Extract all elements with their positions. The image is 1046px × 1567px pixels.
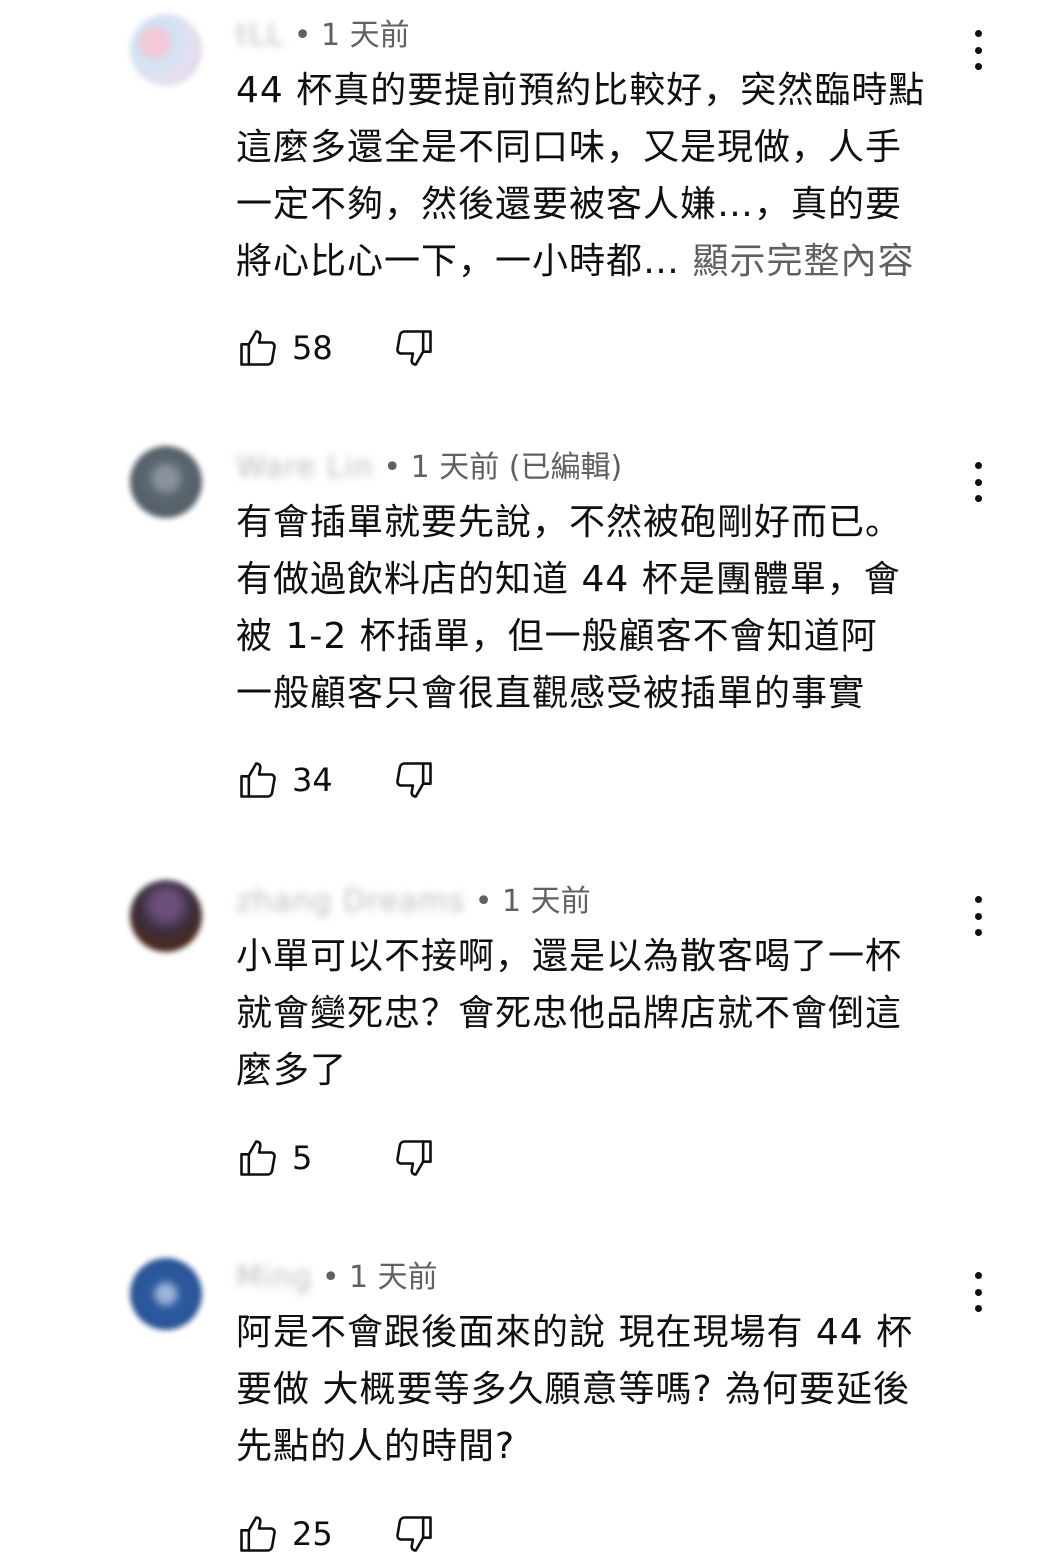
like-count: 34 bbox=[292, 761, 333, 799]
thumbs-down-icon bbox=[396, 1140, 432, 1176]
author-name[interactable]: Ware Lin bbox=[236, 448, 374, 488]
like-button[interactable] bbox=[236, 758, 280, 802]
author-name[interactable]: tLL bbox=[236, 16, 284, 56]
thumbs-up-icon bbox=[240, 762, 276, 798]
author-name[interactable]: zhang Dreams bbox=[236, 882, 465, 922]
thumbs-up-icon bbox=[240, 1516, 276, 1552]
like-count: 25 bbox=[292, 1515, 333, 1553]
dislike-button[interactable] bbox=[392, 326, 436, 370]
like-button[interactable] bbox=[236, 1512, 280, 1556]
avatar[interactable] bbox=[130, 446, 202, 518]
comment-line: 麼多了 bbox=[236, 1050, 348, 1091]
comment-line: 一般顧客只會很直觀感受被插單的事實 bbox=[236, 673, 866, 714]
dislike-button[interactable] bbox=[392, 1512, 436, 1556]
thumbs-up-icon bbox=[240, 1140, 276, 1176]
comment-line: 就會變死忠？會死忠他品牌店就不會倒這 bbox=[236, 993, 903, 1034]
comment-line: 44 杯真的要提前預約比較好，突然臨時點 bbox=[236, 70, 926, 111]
comment-meta: tLL • 1 天前 bbox=[236, 16, 410, 56]
comment-text: 阿是不會跟後面來的說 現在現場有 44 杯 要做 大概要等多久願意等嗎? 為何要… bbox=[236, 1304, 996, 1475]
comment-time: • 1 天前 bbox=[474, 884, 591, 919]
comment-text: 44 杯真的要提前預約比較好，突然臨時點 這麼多還全是不同口味，又是現做，人手 … bbox=[236, 62, 996, 290]
comment-line: 小單可以不接啊，還是以為散客喝了一杯 bbox=[236, 936, 903, 977]
comment-line: 這麼多還全是不同口味，又是現做，人手 bbox=[236, 127, 903, 168]
comment-line: 阿是不會跟後面來的說 現在現場有 44 杯 bbox=[236, 1312, 914, 1353]
comment-meta: Ming • 1 天前 bbox=[236, 1258, 438, 1298]
comment-line: 先點的人的時間? bbox=[236, 1426, 516, 1467]
thumbs-down-icon bbox=[396, 330, 432, 366]
avatar[interactable] bbox=[130, 1258, 202, 1330]
comment-line: 被 1-2 杯插單，但一般顧客不會知道阿 bbox=[236, 616, 878, 657]
comment-meta: Ware Lin • 1 天前 (已編輯) bbox=[236, 448, 622, 488]
comment-line: 有做過飲料店的知道 44 杯是團體單，會 bbox=[236, 559, 901, 600]
comment-time: • 1 天前 (已編輯) bbox=[383, 450, 623, 485]
comment-text: 小單可以不接啊，還是以為散客喝了一杯 就會變死忠？會死忠他品牌店就不會倒這 麼多… bbox=[236, 928, 996, 1099]
like-count: 5 bbox=[292, 1139, 313, 1177]
dislike-button[interactable] bbox=[392, 758, 436, 802]
thumbs-down-icon bbox=[396, 762, 432, 798]
like-button[interactable] bbox=[236, 1136, 280, 1180]
thumbs-down-icon bbox=[396, 1516, 432, 1552]
avatar[interactable] bbox=[130, 880, 202, 952]
dislike-button[interactable] bbox=[392, 1136, 436, 1180]
comment-line: 有會插單就要先說，不然被砲剛好而已。 bbox=[236, 502, 903, 543]
show-more-link[interactable]: 顯示完整內容 bbox=[692, 241, 914, 282]
comment-line: 將心比心一下，一小時都… bbox=[236, 241, 693, 282]
comment-line: 要做 大概要等多久願意等嗎? 為何要延後 bbox=[236, 1369, 910, 1410]
comment-text: 有會插單就要先說，不然被砲剛好而已。 有做過飲料店的知道 44 杯是團體單，會 … bbox=[236, 494, 996, 722]
like-count: 58 bbox=[292, 329, 333, 367]
thumbs-up-icon bbox=[240, 330, 276, 366]
avatar[interactable] bbox=[130, 14, 202, 86]
like-button[interactable] bbox=[236, 326, 280, 370]
comment-time: • 1 天前 bbox=[321, 1260, 438, 1295]
comment-meta: zhang Dreams • 1 天前 bbox=[236, 882, 591, 922]
comment-time: • 1 天前 bbox=[293, 18, 410, 53]
comment-line: 一定不夠，然後還要被客人嫌…，真的要 bbox=[236, 184, 903, 225]
author-name[interactable]: Ming bbox=[236, 1258, 312, 1298]
